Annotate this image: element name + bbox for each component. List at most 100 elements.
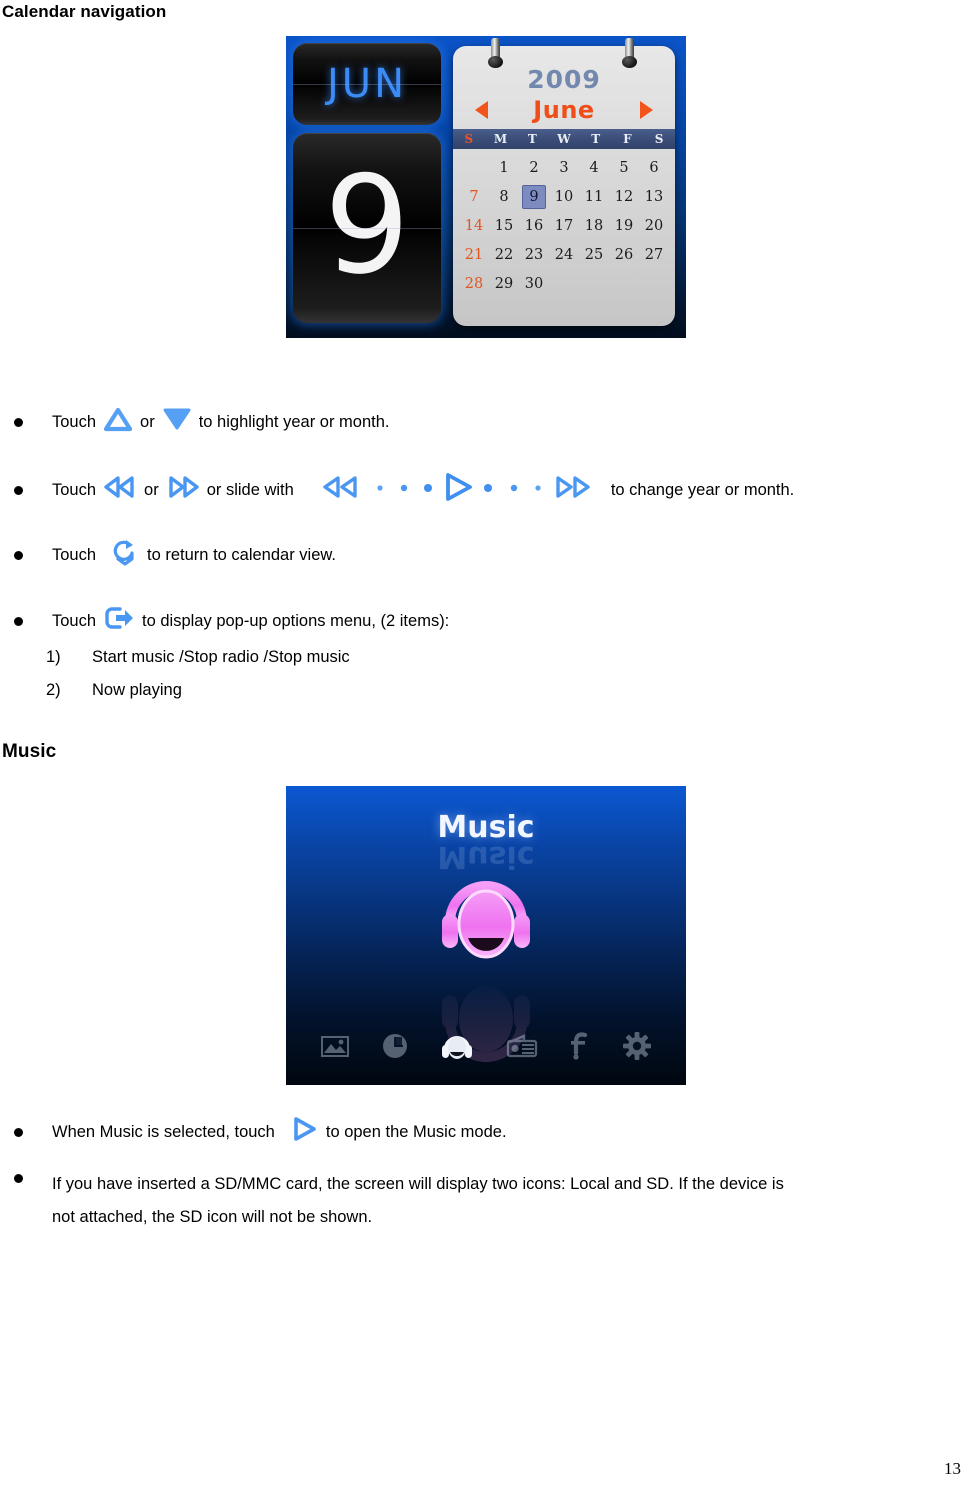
triangle-left-icon[interactable] <box>475 101 488 119</box>
calendar-day-cell[interactable]: 3 <box>549 153 579 182</box>
music-bottom-icon-bar <box>286 1025 686 1071</box>
bullet-1-text-middle: or <box>140 413 155 431</box>
flip-month-text: JUN <box>327 61 407 107</box>
flip-day-text: 9 <box>324 146 410 304</box>
return-loop-arrow-icon[interactable] <box>110 537 140 573</box>
play-triangle-icon[interactable] <box>289 1115 319 1149</box>
bullet-3-text-after: to return to calendar view. <box>147 546 336 564</box>
photo-icon[interactable] <box>320 1033 350 1064</box>
calendar-day-cell[interactable]: 4 <box>579 153 609 182</box>
document-page: Calendar navigation JUN 9 2009 June S M T W… <box>0 0 973 1487</box>
calendar-day-empty <box>459 153 489 182</box>
calendar-day-cell[interactable]: 19 <box>609 211 639 240</box>
calendar-day-cell[interactable]: 5 <box>609 153 639 182</box>
calendar-weekday-3: W <box>557 132 571 146</box>
calendar-day-cell[interactable]: 20 <box>639 211 669 240</box>
calendar-day-cell[interactable]: 30 <box>519 269 549 298</box>
triangle-up-outline-icon[interactable] <box>103 406 133 438</box>
bullet-marker-icon <box>14 417 23 427</box>
calendar-day-cell[interactable]: 29 <box>489 269 519 298</box>
binder-clip-left-icon <box>488 38 503 68</box>
calendar-day-cell[interactable]: 9 <box>522 184 546 209</box>
calendar-day-cell[interactable]: 28 <box>459 269 489 298</box>
rewind-double-left-icon[interactable] <box>103 474 137 506</box>
calendar-day-cell[interactable]: 27 <box>639 240 669 269</box>
bullet-popup-options-menu: Touch to display pop-up options menu, (2… <box>14 604 449 638</box>
numbered-item-2: 2) Now playing <box>46 681 182 700</box>
calendar-month-label[interactable]: June <box>533 96 594 124</box>
calendar-day-cell[interactable]: 12 <box>609 182 639 211</box>
calendar-day-cell[interactable]: 21 <box>459 240 489 269</box>
calendar-day-cell[interactable]: 13 <box>639 182 669 211</box>
radio-icon[interactable] <box>506 1033 538 1064</box>
calendar-day-grid: 1 2 3 4 5 6 7 8 9 10 11 12 13 14 15 16 17 18 19 20 21 22 23 24 2… <box>459 153 669 298</box>
bullet-5-text-before: When Music is selected, touch <box>52 1123 275 1141</box>
numbered-item-1: 1) Start music /Stop radio /Stop music <box>46 648 350 667</box>
headphones-icon[interactable] <box>440 1032 474 1065</box>
bullet-marker-icon <box>14 1174 23 1183</box>
calendar-month-navigation: June <box>465 96 663 124</box>
calendar-weekday-2: T <box>527 132 537 146</box>
calendar-day-cell[interactable]: 17 <box>549 211 579 240</box>
popup-exit-arrow-icon[interactable] <box>103 604 135 638</box>
calendar-day-cell[interactable]: 15 <box>489 211 519 240</box>
calendar-day-cell[interactable]: 11 <box>579 182 609 211</box>
bullet-marker-icon <box>14 485 23 495</box>
numbered-item-2-marker: 2) <box>46 681 61 699</box>
triangle-right-icon[interactable] <box>639 101 653 119</box>
bullet-5-text-after: to open the Music mode. <box>325 1123 507 1141</box>
calendar-day-empty <box>639 269 669 298</box>
numbered-item-1-text: Start music /Stop radio /Stop music <box>92 648 350 666</box>
calendar-day-cell[interactable]: 26 <box>609 240 639 269</box>
calendar-day-cell[interactable]: 24 <box>549 240 579 269</box>
calendar-day-cell[interactable]: 18 <box>579 211 609 240</box>
bullet-1-text-after: to highlight year or month. <box>198 413 390 431</box>
forward-double-right-icon[interactable] <box>166 474 200 506</box>
headphones-avatar-icon <box>430 866 542 975</box>
bullet-change-year-month: Touch or or slide with to change year or… <box>14 471 794 509</box>
bullet-marker-icon <box>14 616 23 626</box>
slider-track-icon[interactable] <box>308 471 604 509</box>
calendar-day-cell[interactable]: 1 <box>489 153 519 182</box>
calendar-day-cell[interactable]: 16 <box>519 211 549 240</box>
calendar-day-cell[interactable]: 10 <box>549 182 579 211</box>
bullet-2-text-middle: or <box>144 481 159 499</box>
calendar-day-cell[interactable]: 23 <box>519 240 549 269</box>
calendar-paper-card: 2009 June SMTWTFS 1 2 3 4 5 6 7 8 9 10 11 12 13 14 15 1… <box>453 38 675 326</box>
bullet-highlight-year-month: Touch or to highlight year or month. <box>14 406 389 438</box>
numbered-item-2-text: Now playing <box>92 681 182 699</box>
calendar-day-cell[interactable]: 8 <box>489 182 519 211</box>
section-heading-music: Music <box>2 741 57 762</box>
page-number: 13 <box>944 1459 961 1478</box>
music-screenshot-image: Music Music <box>286 786 686 1085</box>
calendar-day-cell[interactable]: 25 <box>579 240 609 269</box>
bullet-marker-icon <box>14 550 23 560</box>
calendar-day-cell[interactable]: 7 <box>459 182 489 211</box>
calendar-weekday-1: M <box>493 132 508 146</box>
numbered-item-1-marker: 1) <box>46 648 61 666</box>
bullet-4-text-after: to display pop-up options menu, (2 items… <box>142 612 450 630</box>
section-heading-calendar: Calendar navigation <box>2 2 167 21</box>
bullet-marker-icon <box>14 1127 23 1137</box>
flip-card-month: JUN <box>293 43 441 125</box>
settings-gear-icon[interactable] <box>622 1031 652 1066</box>
calendar-day-cell[interactable]: 2 <box>519 153 549 182</box>
flip-card-day: 9 <box>293 133 441 323</box>
calendar-day-empty <box>549 269 579 298</box>
bullet-3-text-before: Touch <box>52 546 97 564</box>
calendar-day-cell[interactable]: 14 <box>459 211 489 240</box>
bullet-2-text-after: to change year or month. <box>610 481 795 499</box>
bullet-open-music-mode: When Music is selected, touch to open th… <box>14 1115 507 1149</box>
calendar-day-empty <box>609 269 639 298</box>
bullet-return-to-calendar: Touch to return to calendar view. <box>14 537 336 573</box>
calendar-year-label[interactable]: 2009 <box>453 65 675 94</box>
fm-f-icon[interactable] <box>569 1031 591 1066</box>
calendar-weekday-header: SMTWTFS <box>453 129 675 149</box>
calendar-weekday-6: S <box>654 132 664 146</box>
triangle-down-filled-icon[interactable] <box>162 406 192 438</box>
clock-icon[interactable] <box>381 1032 409 1065</box>
bullet-2-text-before: Touch <box>52 481 97 499</box>
calendar-day-cell[interactable]: 6 <box>639 153 669 182</box>
calendar-day-cell[interactable]: 22 <box>489 240 519 269</box>
bullet-1-text-before: Touch <box>52 413 97 431</box>
